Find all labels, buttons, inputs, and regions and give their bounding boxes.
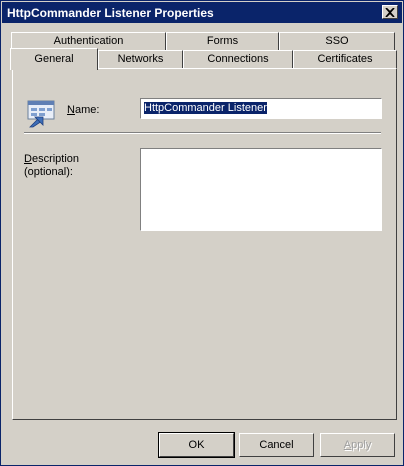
tab-connections[interactable]: Connections	[183, 50, 293, 68]
description-label-line2: (optional):	[24, 166, 73, 178]
tab-label: General	[34, 53, 74, 65]
apply-button-label: pply	[351, 439, 372, 451]
ok-button[interactable]: OK	[158, 432, 235, 458]
listener-icon	[27, 100, 55, 128]
tab-label: Certificates	[317, 53, 373, 65]
tab-general[interactable]: General	[10, 48, 98, 70]
name-label-text: ame:	[74, 104, 100, 116]
general-tab-panel: Name: HttpCommander Listener Description…	[12, 68, 397, 420]
apply-button-mnemonic: A	[343, 439, 352, 451]
tab-label: Forms	[206, 35, 239, 47]
tab-label: Authentication	[53, 35, 124, 47]
tab-networks[interactable]: Networks	[98, 50, 183, 68]
name-label-mnemonic: N	[67, 104, 75, 116]
description-input[interactable]	[140, 148, 382, 231]
tab-sso[interactable]: SSO	[279, 32, 395, 50]
name-input[interactable]: HttpCommander Listener	[140, 98, 382, 119]
ok-button-label: OK	[188, 439, 205, 451]
tab-certificates[interactable]: Certificates	[293, 50, 397, 68]
close-icon	[385, 7, 395, 17]
tab-label: SSO	[325, 35, 349, 47]
description-label: Description (optional):	[24, 153, 114, 179]
window-title: HttpCommander Listener Properties	[7, 6, 214, 20]
title-bar[interactable]: HttpCommander Listener Properties	[2, 2, 402, 23]
tab-label: Connections	[207, 53, 269, 65]
description-label-mnemonic: D	[24, 153, 32, 165]
tab-forms[interactable]: Forms	[166, 32, 279, 50]
name-label: Name:	[67, 104, 99, 116]
separator	[24, 132, 381, 134]
cancel-button[interactable]: Cancel	[239, 433, 314, 457]
close-button[interactable]	[382, 5, 398, 19]
apply-button[interactable]: Apply	[320, 433, 395, 457]
cancel-button-label: Cancel	[259, 439, 294, 451]
properties-dialog: HttpCommander Listener Properties Authen…	[0, 0, 404, 466]
tab-label: Networks	[117, 53, 164, 65]
description-label-text: escription	[31, 153, 80, 165]
name-input-value: HttpCommander Listener	[144, 102, 267, 114]
